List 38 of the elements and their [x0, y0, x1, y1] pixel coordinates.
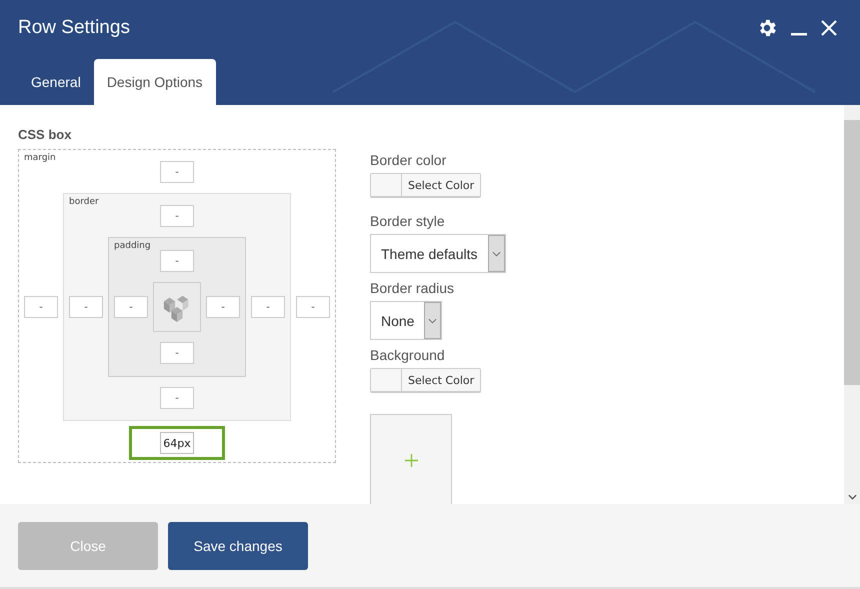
save-button[interactable]: Save changes	[168, 522, 308, 570]
window-title: Row Settings	[18, 17, 130, 39]
box-label: padding	[114, 241, 151, 251]
input-field[interactable]: -	[69, 296, 103, 318]
field-label: Background	[370, 347, 446, 363]
color-picker[interactable]: Select Color	[370, 173, 482, 197]
select-color-label: Select Color	[402, 369, 480, 391]
box-label: margin	[24, 153, 56, 163]
input-field[interactable]: -	[160, 250, 194, 272]
input-field[interactable]: -	[160, 387, 194, 409]
field-label: Border style	[370, 213, 446, 229]
input-field[interactable]: -	[160, 205, 194, 227]
select-color-label: Select Color	[402, 174, 480, 196]
field-label: Border color	[370, 152, 448, 168]
input-field[interactable]: -	[24, 296, 58, 318]
dropdown-value: None	[380, 312, 416, 330]
scroll-down-icon[interactable]	[848, 494, 856, 500]
input-field[interactable]: -	[251, 296, 285, 318]
tab[interactable]: Design Options	[94, 59, 216, 105]
dropdown[interactable]: None	[370, 301, 442, 340]
color-picker[interactable]: Select Color	[370, 368, 482, 392]
input-field[interactable]: -	[160, 161, 194, 183]
section-title: CSS box	[18, 127, 72, 142]
scrollbar[interactable]	[844, 105, 860, 504]
box-label: border	[69, 197, 99, 207]
field-label: Border radius	[370, 280, 456, 296]
plus-icon	[404, 454, 418, 466]
close-icon[interactable]	[820, 19, 838, 37]
input-field[interactable]: -	[206, 296, 240, 318]
input-field[interactable]: -	[160, 342, 194, 364]
dropdown[interactable]: Theme defaults	[370, 234, 506, 273]
input-field[interactable]: -	[296, 296, 330, 318]
color-swatch	[371, 174, 402, 196]
tab[interactable]: General	[18, 59, 94, 105]
color-swatch	[371, 369, 402, 391]
input-field[interactable]: -	[114, 296, 148, 318]
dropdown-value: Theme defaults	[380, 244, 478, 264]
input-field[interactable]: 64px	[160, 432, 194, 454]
